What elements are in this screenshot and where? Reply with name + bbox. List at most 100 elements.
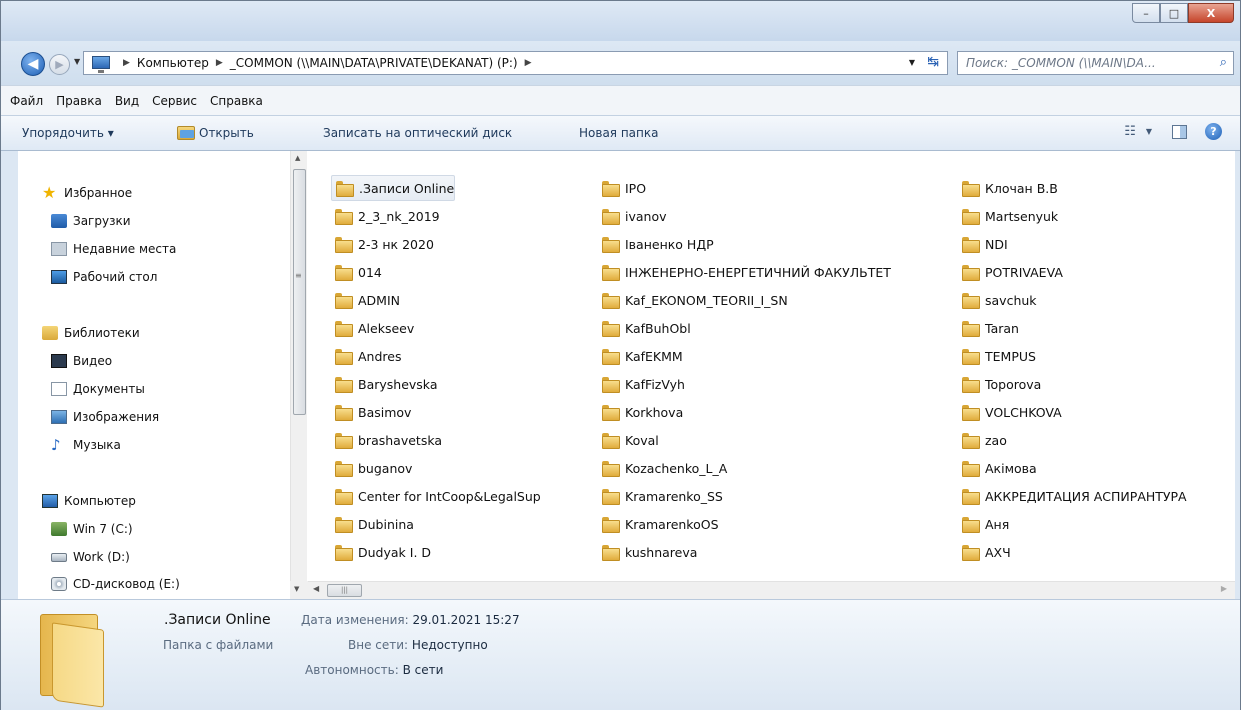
refresh-icon[interactable]: ↹ [927, 54, 939, 70]
chevron-right-icon[interactable]: ▶ [525, 58, 532, 68]
file-name: buganov [358, 460, 413, 476]
file-item[interactable]: KafEKMM [598, 343, 683, 369]
folder-icon [962, 293, 980, 309]
nav-libraries[interactable]: Библиотеки [42, 322, 140, 344]
file-item[interactable]: Акімова [958, 455, 1037, 481]
file-item[interactable]: 014 [331, 259, 382, 285]
file-item[interactable]: Taran [958, 315, 1019, 341]
change-view-icon[interactable]: ☷ [1124, 124, 1136, 139]
nav-favorites[interactable]: ★ Избранное [42, 182, 132, 204]
new-folder-button[interactable]: Новая папка [579, 126, 658, 140]
file-name: Kozachenko_L_A [625, 460, 728, 476]
nav-downloads[interactable]: Загрузки [51, 210, 131, 232]
open-button[interactable]: Открыть [177, 126, 254, 140]
file-item[interactable]: kushnareva [598, 539, 697, 565]
file-item[interactable]: Kozachenko_L_A [598, 455, 727, 481]
file-item[interactable]: АХЧ [958, 539, 1011, 565]
back-button[interactable]: ◀ [21, 52, 45, 76]
nav-drive-d[interactable]: Work (D:) [51, 546, 130, 568]
file-item[interactable]: Andres [331, 343, 401, 369]
maximize-button[interactable]: □ [1160, 3, 1188, 23]
nav-images[interactable]: Изображения [51, 406, 159, 428]
breadcrumb-common-drive[interactable]: _COMMON (\\MAIN\DATA\PRIVATE\DEKANAT) (P… [230, 56, 518, 70]
nav-video[interactable]: Видео [51, 350, 112, 372]
close-button[interactable]: X [1188, 3, 1234, 23]
file-item[interactable]: ІНЖЕНЕРНО-ЕНЕРГЕТИЧНИЙ ФАКУЛЬТЕТ [598, 259, 891, 285]
nav-music[interactable]: ♪ Музыка [51, 434, 121, 456]
file-item[interactable]: 2_3_nk_2019 [331, 203, 440, 229]
navigation-pane: ★ Избранное Загрузки Недавние места Рабоч… [18, 151, 288, 599]
file-item[interactable]: Toporova [958, 371, 1041, 397]
file-item[interactable]: Martsenyuk [958, 203, 1058, 229]
file-item[interactable]: Kaf_EKONOM_TEORII_I_SN [598, 287, 788, 313]
scroll-right-icon[interactable]: ▶ [1221, 584, 1227, 593]
horizontal-scrollbar[interactable]: ◀ ||| ▶ [308, 581, 1235, 599]
search-input[interactable]: Поиск: _COMMON (\\MAIN\DA... ⌕ [957, 51, 1234, 75]
horizontal-scroll-thumb[interactable]: ||| [327, 584, 362, 597]
recent-places-icon [51, 242, 67, 256]
scroll-down-icon[interactable]: ▼ [290, 581, 308, 599]
file-item[interactable]: KafBuhObl [598, 315, 691, 341]
file-item[interactable]: buganov [331, 455, 412, 481]
breadcrumb-computer[interactable]: Компьютер [137, 56, 209, 70]
menu-tools[interactable]: Сервис [152, 94, 197, 108]
file-item[interactable]: ivanov [598, 203, 667, 229]
view-dropdown-icon[interactable]: ▼ [1146, 127, 1152, 136]
file-item[interactable]: Basimov [331, 399, 411, 425]
file-item[interactable]: Korkhova [598, 399, 683, 425]
file-item[interactable]: Dudyak I. D [331, 539, 431, 565]
file-item[interactable]: ADMIN [331, 287, 400, 313]
nav-drive-c[interactable]: Win 7 (C:) [51, 518, 133, 540]
search-icon[interactable]: ⌕ [1220, 55, 1227, 70]
file-item[interactable]: KafFizVyh [598, 371, 685, 397]
scroll-left-icon[interactable]: ◀ [313, 584, 319, 593]
menu-view[interactable]: Вид [115, 94, 139, 108]
nav-scrollbar[interactable]: ▲ ≡ [290, 151, 307, 581]
cd-drive-icon [51, 577, 67, 591]
file-item[interactable]: Center for IntCoop&LegalSup [331, 483, 541, 509]
file-item[interactable]: POTRIVAEVA [958, 259, 1063, 285]
forward-button[interactable]: ▶ [49, 54, 70, 75]
nav-desktop[interactable]: Рабочий стол [51, 266, 157, 288]
folder-icon [602, 349, 620, 365]
address-bar[interactable]: ▶ Компьютер ▶ _COMMON (\\MAIN\DATA\PRIVATE… [83, 51, 948, 75]
address-dropdown-icon[interactable]: ▼ [909, 58, 915, 67]
nav-scroll-thumb[interactable] [293, 169, 306, 415]
file-item[interactable]: KramarenkoOS [598, 511, 719, 537]
folder-icon [602, 433, 620, 449]
file-item[interactable]: Koval [598, 427, 659, 453]
file-item[interactable]: 2-3 нк 2020 [331, 231, 434, 257]
file-item[interactable]: Іваненко НДР [598, 231, 714, 257]
menu-edit[interactable]: Правка [56, 94, 102, 108]
menu-help[interactable]: Справка [210, 94, 263, 108]
file-item[interactable]: Alekseev [331, 315, 414, 341]
recent-pages-dropdown[interactable]: ▼ [74, 57, 80, 66]
scroll-up-icon[interactable]: ▲ [295, 154, 300, 162]
file-item[interactable]: savchuk [958, 287, 1037, 313]
file-item[interactable]: zao [958, 427, 1007, 453]
file-item[interactable]: brashavetska [331, 427, 442, 453]
organize-button[interactable]: Упорядочить ▾ [22, 126, 114, 140]
file-item[interactable]: Клочан В.В [958, 175, 1058, 201]
file-item[interactable]: Kramarenko_SS [598, 483, 723, 509]
file-name: Martsenyuk [985, 208, 1059, 224]
file-item[interactable]: .Записи Online [331, 175, 456, 201]
nav-recent[interactable]: Недавние места [51, 238, 176, 260]
preview-pane-icon[interactable] [1172, 124, 1187, 139]
nav-computer[interactable]: Компьютер [42, 490, 136, 512]
file-item[interactable]: АККРЕДИТАЦИЯ АСПИРАНТУРА [958, 483, 1187, 509]
file-item[interactable]: NDI [958, 231, 1008, 257]
minimize-button[interactable]: – [1132, 3, 1160, 23]
file-item[interactable]: Dubinina [331, 511, 414, 537]
file-item[interactable]: Аня [958, 511, 1009, 537]
help-icon[interactable]: ? [1205, 123, 1222, 140]
file-item[interactable]: Baryshevska [331, 371, 438, 397]
file-item[interactable]: TEMPUS [958, 343, 1036, 369]
nav-documents[interactable]: Документы [51, 378, 145, 400]
file-item[interactable]: IPO [598, 175, 646, 201]
file-item[interactable]: VOLCHKOVA [958, 399, 1062, 425]
menu-file[interactable]: Файл [10, 94, 43, 108]
burn-button[interactable]: Записать на оптический диск [323, 126, 512, 140]
large-folder-icon [36, 614, 108, 708]
nav-drive-e[interactable]: CD-дисковод (E:) [51, 573, 180, 595]
